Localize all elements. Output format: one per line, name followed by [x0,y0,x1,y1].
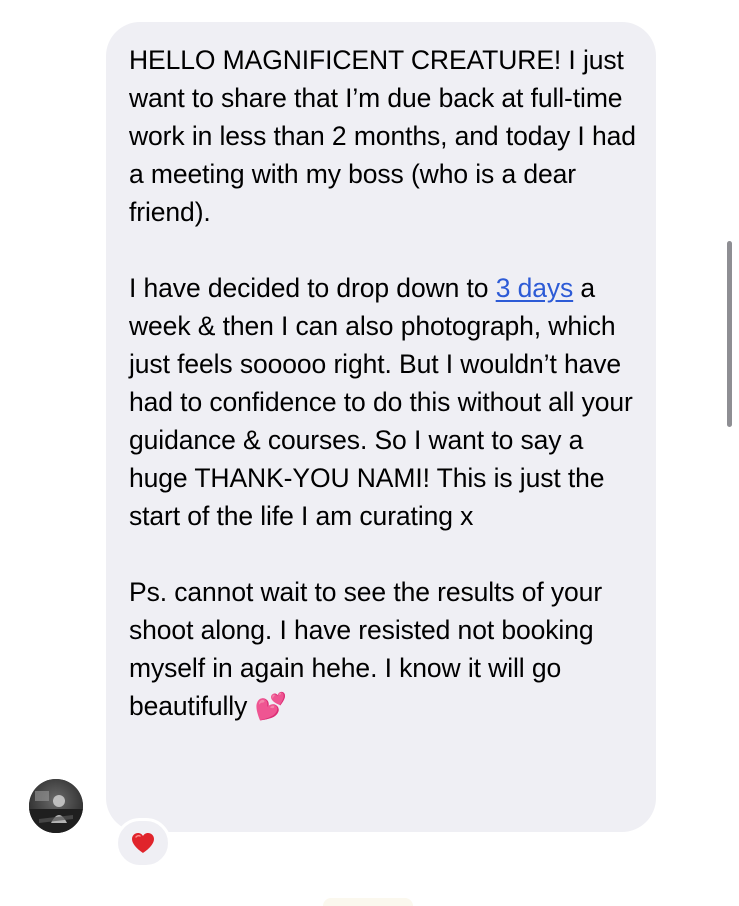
avatar[interactable] [29,779,83,833]
avatar-photo-icon [29,779,83,833]
message-paragraph-3: Ps. cannot wait to see the results of yo… [129,573,636,725]
paragraph-2-text-end: a week & then I can also photograph, whi… [129,273,633,531]
heart-reaction[interactable] [115,818,171,868]
message-bubble[interactable]: HELLO MAGNIFICENT CREATURE! I just want … [106,22,656,832]
bottom-edge-element [323,898,413,906]
paragraph-3-text: Ps. cannot wait to see the results of yo… [129,577,603,721]
two-hearts-icon: 💕 [254,691,287,721]
scrollbar[interactable] [727,241,732,427]
message-paragraph-2: I have decided to drop down to 3 days a … [129,269,636,535]
heart-icon [132,833,154,853]
paragraph-2-text-start: I have decided to drop down to [129,273,496,303]
days-link[interactable]: 3 days [496,273,574,303]
message-paragraph-1: HELLO MAGNIFICENT CREATURE! I just want … [129,45,636,227]
